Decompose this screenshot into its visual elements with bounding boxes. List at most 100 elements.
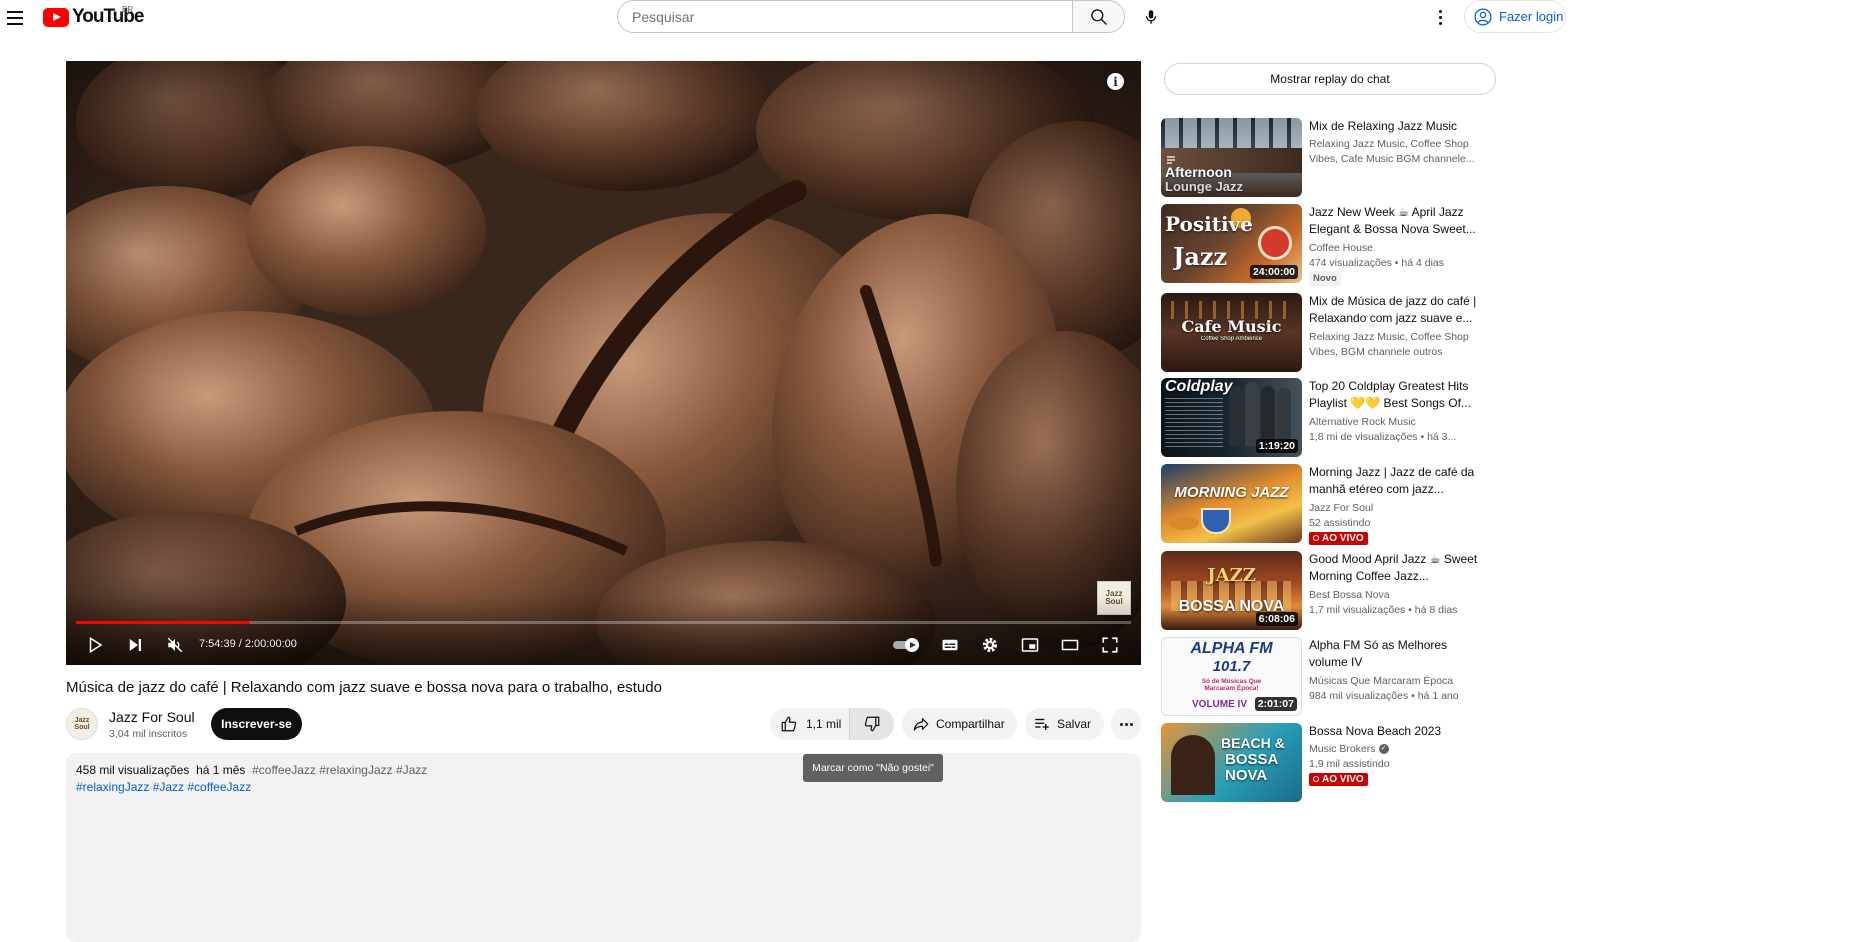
more-actions-button[interactable]: [1111, 708, 1141, 740]
video-thumbnail[interactable]: MORNING JAZZ: [1161, 464, 1302, 543]
recommended-video[interactable]: ALPHA FM 101.7 Só de Músicas Que Marcara…: [1161, 637, 1491, 717]
theater-mode-button[interactable]: [1058, 633, 1082, 657]
recommended-title[interactable]: Morning Jazz | Jazz de café da manhã eté…: [1309, 464, 1479, 498]
thumbnail-text: MORNING JAZZ: [1174, 484, 1289, 501]
recommended-meta: 1,8 mi de visualizações • há 3...: [1309, 431, 1457, 443]
recommended-video[interactable]: Cafe Music Coffee Shop Ambience Mix de M…: [1161, 293, 1491, 373]
country-code: BR: [122, 5, 134, 14]
upload-age: há 1 mês: [196, 763, 246, 777]
thumbnail-text: Afternoon: [1165, 164, 1232, 180]
recommended-channel: Music Brokers: [1309, 743, 1376, 755]
duration-badge: 24:00:00: [1249, 265, 1298, 279]
settings-menu-button[interactable]: [1428, 6, 1452, 28]
recommended-video[interactable]: MORNING JAZZ Morning Jazz | Jazz de café…: [1161, 464, 1491, 545]
view-count: 458 mil visualizações: [76, 763, 190, 777]
thumbnail-subtext: 101.7: [1212, 658, 1251, 675]
video-thumbnail[interactable]: BEACH & BOSSA NOVA: [1161, 723, 1302, 802]
live-label: AO VIVO: [1322, 532, 1364, 544]
recommended-meta: Vibes, BGM channele outros: [1309, 346, 1443, 358]
gear-icon: [982, 637, 998, 653]
muted-volume-icon: [167, 637, 183, 653]
recommended-title[interactable]: Good Mood April Jazz ☕ Sweet Morning Cof…: [1309, 551, 1479, 585]
recommended-title[interactable]: Alpha FM Só as Melhores volume IV: [1309, 637, 1479, 671]
autoplay-toggle[interactable]: [892, 633, 922, 657]
thumbnail-text: BEACH &: [1221, 735, 1285, 751]
channel-name[interactable]: Jazz For Soul: [109, 709, 195, 725]
video-thumbnail[interactable]: ALPHA FM 101.7 Só de Músicas Que Marcara…: [1161, 637, 1302, 716]
mute-button[interactable]: [163, 633, 187, 657]
video-thumbnail[interactable]: Afternoon Lounge Jazz: [1161, 118, 1302, 197]
show-chat-replay-button[interactable]: Mostrar replay do chat: [1164, 63, 1496, 95]
subscribe-button[interactable]: Inscrever-se: [211, 708, 302, 740]
thumbnail-text: Coldplay: [1165, 378, 1233, 395]
duration-badge: 1:19:20: [1255, 439, 1298, 453]
thumbnail-subtext-2: NOVA: [1225, 767, 1268, 784]
info-icon[interactable]: i: [1107, 73, 1124, 90]
dislike-tooltip: Marcar como "Não gostei": [803, 754, 943, 782]
recommended-channel: Músicas Que Marcaram Época: [1309, 675, 1454, 687]
like-button[interactable]: 1,1 mil: [770, 708, 850, 740]
recommended-video[interactable]: JAZZ BOSSA NOVA 6:08:06 Good Mood April …: [1161, 551, 1491, 631]
video-frame: [66, 61, 1141, 665]
save-label: Salvar: [1057, 717, 1092, 731]
miniplayer-button[interactable]: [1018, 633, 1042, 657]
thumbnail-subtext: Lounge Jazz: [1165, 179, 1244, 194]
video-player[interactable]: i Jazz Soul 7:54:39 / 2:00:00:00: [66, 61, 1141, 665]
thumbs-up-icon: [781, 716, 797, 732]
thumbnail-subtext: Coffee Shop Ambience: [1200, 336, 1263, 342]
recommended-title[interactable]: Top 20 Coldplay Greatest Hits Playlist 💛…: [1309, 378, 1479, 412]
user-icon: [1474, 7, 1492, 26]
fullscreen-icon: [1102, 637, 1118, 653]
progress-bar[interactable]: [76, 621, 1131, 624]
duration-badge: 2:01:07: [1254, 697, 1297, 711]
video-thumbnail[interactable]: Positive Jazz 24:00:00: [1161, 204, 1302, 283]
player-controls: 7:54:39 / 2:00:00:00: [66, 633, 1141, 657]
like-count: 1,1 mil: [806, 717, 842, 731]
fullscreen-button[interactable]: [1098, 633, 1122, 657]
menu-icon[interactable]: [4, 7, 26, 29]
subtitles-icon: [942, 639, 958, 651]
thumbnail-caption: Só de Músicas Que Marcaram Época!: [1201, 678, 1262, 692]
share-label: Compartilhar: [936, 717, 1005, 731]
recommended-meta: 1,7 mil visualizações • há 8 dias: [1309, 604, 1458, 616]
share-button[interactable]: Compartilhar: [902, 708, 1017, 740]
search-input[interactable]: [617, 0, 1072, 33]
recommended-meta: Vibes, Cafe Music BGM channele...: [1309, 153, 1475, 165]
recommended-video[interactable]: BEACH & BOSSA NOVA Bossa Nova Beach 2023…: [1161, 723, 1491, 803]
next-button[interactable]: [123, 633, 147, 657]
dislike-button[interactable]: [850, 708, 894, 740]
like-dislike-group: 1,1 mil: [770, 708, 894, 740]
login-button[interactable]: Fazer login: [1464, 0, 1566, 33]
recommended-title[interactable]: Mix de Música de jazz do café | Relaxand…: [1309, 293, 1479, 327]
recommended-title[interactable]: Mix de Relaxing Jazz Music: [1309, 118, 1479, 135]
recommended-title[interactable]: Bossa Nova Beach 2023: [1309, 723, 1479, 740]
play-icon: [89, 636, 103, 654]
video-thumbnail[interactable]: JAZZ BOSSA NOVA 6:08:06: [1161, 551, 1302, 630]
recommended-video[interactable]: Coldplay 1:19:20 Top 20 Coldplay Greates…: [1161, 378, 1491, 458]
thumbnail-text: JAZZ: [1207, 565, 1256, 586]
hashtag-links[interactable]: #relaxingJazz #Jazz #coffeeJazz: [76, 780, 1131, 794]
search-button[interactable]: [1072, 0, 1125, 33]
description-box[interactable]: 458 mil visualizações há 1 mês #coffeeJa…: [66, 753, 1141, 942]
video-thumbnail[interactable]: Coldplay 1:19:20: [1161, 378, 1302, 457]
duration-badge: 6:08:06: [1255, 612, 1298, 626]
play-button[interactable]: [83, 633, 107, 657]
recommended-video[interactable]: Positive Jazz 24:00:00 Jazz New Week ☕ A…: [1161, 204, 1491, 286]
live-icon: [1313, 535, 1319, 541]
recommended-video[interactable]: Afternoon Lounge Jazz Mix de Relaxing Ja…: [1161, 118, 1491, 198]
channel-avatar[interactable]: Jazz Soul: [66, 708, 98, 740]
verified-icon: ✓: [1378, 744, 1389, 755]
recommended-title[interactable]: Jazz New Week ☕ April Jazz Elegant & Bos…: [1309, 204, 1479, 238]
save-button[interactable]: Salvar: [1025, 708, 1104, 740]
thumbnail-text: ALPHA FM: [1190, 640, 1273, 657]
recommended-channel: Alternative Rock Music: [1309, 416, 1416, 428]
recommended-meta: 474 visualizações • há 4 dias: [1309, 257, 1445, 269]
voice-search-button[interactable]: [1137, 3, 1165, 31]
settings-button[interactable]: [978, 633, 1002, 657]
subtitles-button[interactable]: [938, 633, 962, 657]
video-thumbnail[interactable]: Cafe Music Coffee Shop Ambience: [1161, 293, 1302, 372]
miniplayer-icon: [1021, 638, 1039, 652]
search-bar: [617, 0, 1165, 33]
mix-playlist-icon: [1167, 156, 1175, 164]
recommended-channel-row: Music Brokers ✓: [1309, 742, 1484, 757]
